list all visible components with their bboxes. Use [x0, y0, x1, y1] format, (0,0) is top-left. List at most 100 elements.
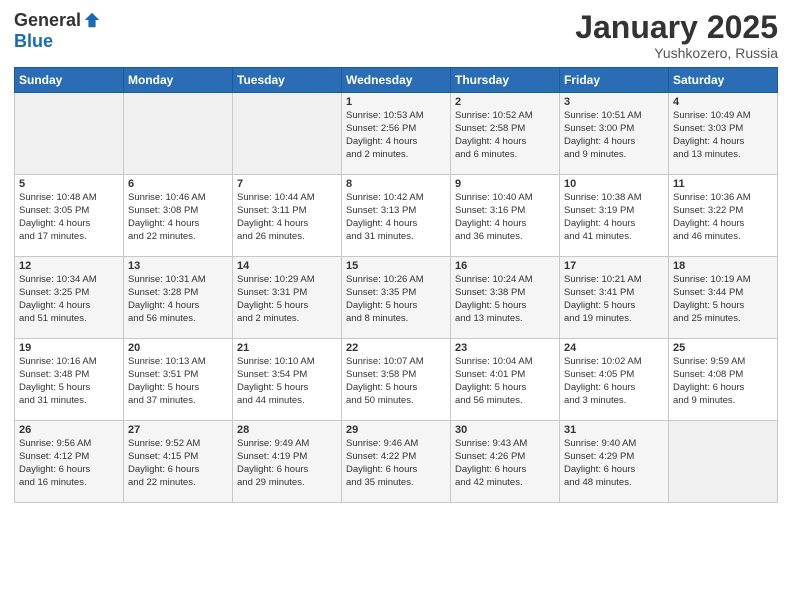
day-info: Sunrise: 10:26 AM Sunset: 3:35 PM Daylig…	[346, 274, 446, 325]
day-number: 12	[19, 260, 119, 272]
day-info: Sunrise: 10:46 AM Sunset: 3:08 PM Daylig…	[128, 192, 228, 243]
day-cell: 19 Sunrise: 10:16 AM Sunset: 3:48 PM Dayl…	[15, 339, 124, 421]
day-number: 24	[564, 342, 664, 354]
day-number: 29	[346, 424, 446, 436]
day-info: Sunrise: 9:43 AM Sunset: 4:26 PM Dayligh…	[455, 438, 555, 489]
col-header-friday: Friday	[560, 68, 669, 93]
col-header-tuesday: Tuesday	[233, 68, 342, 93]
day-cell	[233, 93, 342, 175]
day-info: Sunrise: 10:52 AM Sunset: 2:58 PM Daylig…	[455, 110, 555, 161]
day-info: Sunrise: 10:24 AM Sunset: 3:38 PM Daylig…	[455, 274, 555, 325]
day-info: Sunrise: 10:31 AM Sunset: 3:28 PM Daylig…	[128, 274, 228, 325]
day-cell: 22 Sunrise: 10:07 AM Sunset: 3:58 PM Dayl…	[342, 339, 451, 421]
day-number: 4	[673, 96, 773, 108]
day-cell: 2 Sunrise: 10:52 AM Sunset: 2:58 PM Dayli…	[451, 93, 560, 175]
day-info: Sunrise: 9:46 AM Sunset: 4:22 PM Dayligh…	[346, 438, 446, 489]
day-info: Sunrise: 10:29 AM Sunset: 3:31 PM Daylig…	[237, 274, 337, 325]
day-cell: 18Sunrise: 10:19 AM Sunset: 3:44 PM Dayl…	[669, 257, 778, 339]
day-info: Sunrise: 9:40 AM Sunset: 4:29 PM Dayligh…	[564, 438, 664, 489]
day-number: 27	[128, 424, 228, 436]
day-info: Sunrise: 9:59 AM Sunset: 4:08 PM Dayligh…	[673, 356, 773, 407]
day-cell: 26 Sunrise: 9:56 AM Sunset: 4:12 PM Dayli…	[15, 421, 124, 503]
col-header-saturday: Saturday	[669, 68, 778, 93]
day-info: Sunrise: 10:07 AM Sunset: 3:58 PM Daylig…	[346, 356, 446, 407]
day-info: Sunrise: 10:16 AM Sunset: 3:48 PM Daylig…	[19, 356, 119, 407]
day-cell: 25 Sunrise: 9:59 AM Sunset: 4:08 PM Dayli…	[669, 339, 778, 421]
week-row-2: 5 Sunrise: 10:48 AM Sunset: 3:05 PM Dayli…	[15, 175, 778, 257]
day-number: 9	[455, 178, 555, 190]
day-info: Sunrise: 10:48 AM Sunset: 3:05 PM Daylig…	[19, 192, 119, 243]
day-cell: 29 Sunrise: 9:46 AM Sunset: 4:22 PM Dayli…	[342, 421, 451, 503]
day-number: 5	[19, 178, 119, 190]
day-cell: 14 Sunrise: 10:29 AM Sunset: 3:31 PM Dayl…	[233, 257, 342, 339]
day-cell: 11Sunrise: 10:36 AM Sunset: 3:22 PM Dayl…	[669, 175, 778, 257]
day-info: Sunrise: 10:34 AM Sunset: 3:25 PM Daylig…	[19, 274, 119, 325]
day-info: Sunrise: 10:10 AM Sunset: 3:54 PM Daylig…	[237, 356, 337, 407]
week-row-4: 19 Sunrise: 10:16 AM Sunset: 3:48 PM Dayl…	[15, 339, 778, 421]
day-info: Sunrise: 10:40 AM Sunset: 3:16 PM Daylig…	[455, 192, 555, 243]
col-header-wednesday: Wednesday	[342, 68, 451, 93]
logo-icon	[83, 11, 101, 29]
day-cell: 6 Sunrise: 10:46 AM Sunset: 3:08 PM Dayli…	[124, 175, 233, 257]
day-info: Sunrise: 10:38 AM Sunset: 3:19 PM Daylig…	[564, 192, 664, 243]
day-cell: 5 Sunrise: 10:48 AM Sunset: 3:05 PM Dayli…	[15, 175, 124, 257]
day-cell: 10Sunrise: 10:38 AM Sunset: 3:19 PM Dayl…	[560, 175, 669, 257]
day-cell: 17 Sunrise: 10:21 AM Sunset: 3:41 PM Dayl…	[560, 257, 669, 339]
day-info: Sunrise: 9:56 AM Sunset: 4:12 PM Dayligh…	[19, 438, 119, 489]
day-info: Sunrise: 10:36 AM Sunset: 3:22 PM Daylig…	[673, 192, 773, 243]
day-cell: 13 Sunrise: 10:31 AM Sunset: 3:28 PM Dayl…	[124, 257, 233, 339]
day-number: 22	[346, 342, 446, 354]
day-number: 25	[673, 342, 773, 354]
calendar: SundayMondayTuesdayWednesdayThursdayFrid…	[14, 67, 778, 503]
day-cell: 9 Sunrise: 10:40 AM Sunset: 3:16 PM Dayli…	[451, 175, 560, 257]
week-row-5: 26 Sunrise: 9:56 AM Sunset: 4:12 PM Dayli…	[15, 421, 778, 503]
day-cell	[15, 93, 124, 175]
col-header-monday: Monday	[124, 68, 233, 93]
day-number: 21	[237, 342, 337, 354]
day-number: 31	[564, 424, 664, 436]
day-cell: 28 Sunrise: 9:49 AM Sunset: 4:19 PM Dayli…	[233, 421, 342, 503]
day-number: 6	[128, 178, 228, 190]
col-header-sunday: Sunday	[15, 68, 124, 93]
day-cell: 4 Sunrise: 10:49 AM Sunset: 3:03 PM Dayli…	[669, 93, 778, 175]
day-number: 23	[455, 342, 555, 354]
day-info: Sunrise: 10:21 AM Sunset: 3:41 PM Daylig…	[564, 274, 664, 325]
day-info: Sunrise: 10:49 AM Sunset: 3:03 PM Daylig…	[673, 110, 773, 161]
col-header-thursday: Thursday	[451, 68, 560, 93]
week-row-1: 1Sunrise: 10:53 AM Sunset: 2:56 PM Dayli…	[15, 93, 778, 175]
day-info: Sunrise: 10:53 AM Sunset: 2:56 PM Daylig…	[346, 110, 446, 161]
header: General Blue January 2025 Yushkozero, Ru…	[14, 10, 778, 61]
day-number: 14	[237, 260, 337, 272]
day-number: 2	[455, 96, 555, 108]
day-number: 20	[128, 342, 228, 354]
day-info: Sunrise: 10:13 AM Sunset: 3:51 PM Daylig…	[128, 356, 228, 407]
logo-blue-text: Blue	[14, 31, 53, 52]
day-cell: 8Sunrise: 10:42 AM Sunset: 3:13 PM Dayli…	[342, 175, 451, 257]
day-info: Sunrise: 9:49 AM Sunset: 4:19 PM Dayligh…	[237, 438, 337, 489]
day-cell: 27 Sunrise: 9:52 AM Sunset: 4:15 PM Dayli…	[124, 421, 233, 503]
day-cell: 16 Sunrise: 10:24 AM Sunset: 3:38 PM Dayl…	[451, 257, 560, 339]
day-number: 13	[128, 260, 228, 272]
logo: General Blue	[14, 10, 101, 52]
day-number: 7	[237, 178, 337, 190]
day-info: Sunrise: 10:04 AM Sunset: 4:01 PM Daylig…	[455, 356, 555, 407]
day-cell: 12 Sunrise: 10:34 AM Sunset: 3:25 PM Dayl…	[15, 257, 124, 339]
day-info: Sunrise: 10:51 AM Sunset: 3:00 PM Daylig…	[564, 110, 664, 161]
day-number: 19	[19, 342, 119, 354]
day-cell	[124, 93, 233, 175]
day-number: 8	[346, 178, 446, 190]
day-cell	[669, 421, 778, 503]
day-cell: 31 Sunrise: 9:40 AM Sunset: 4:29 PM Dayli…	[560, 421, 669, 503]
day-info: Sunrise: 9:52 AM Sunset: 4:15 PM Dayligh…	[128, 438, 228, 489]
day-cell: 24Sunrise: 10:02 AM Sunset: 4:05 PM Dayl…	[560, 339, 669, 421]
day-number: 28	[237, 424, 337, 436]
day-cell: 30Sunrise: 9:43 AM Sunset: 4:26 PM Dayli…	[451, 421, 560, 503]
logo-general-text: General	[14, 10, 81, 31]
location: Yushkozero, Russia	[575, 45, 778, 61]
day-number: 16	[455, 260, 555, 272]
day-number: 17	[564, 260, 664, 272]
day-cell: 20 Sunrise: 10:13 AM Sunset: 3:51 PM Dayl…	[124, 339, 233, 421]
day-number: 26	[19, 424, 119, 436]
day-cell: 7Sunrise: 10:44 AM Sunset: 3:11 PM Dayli…	[233, 175, 342, 257]
day-info: Sunrise: 10:19 AM Sunset: 3:44 PM Daylig…	[673, 274, 773, 325]
